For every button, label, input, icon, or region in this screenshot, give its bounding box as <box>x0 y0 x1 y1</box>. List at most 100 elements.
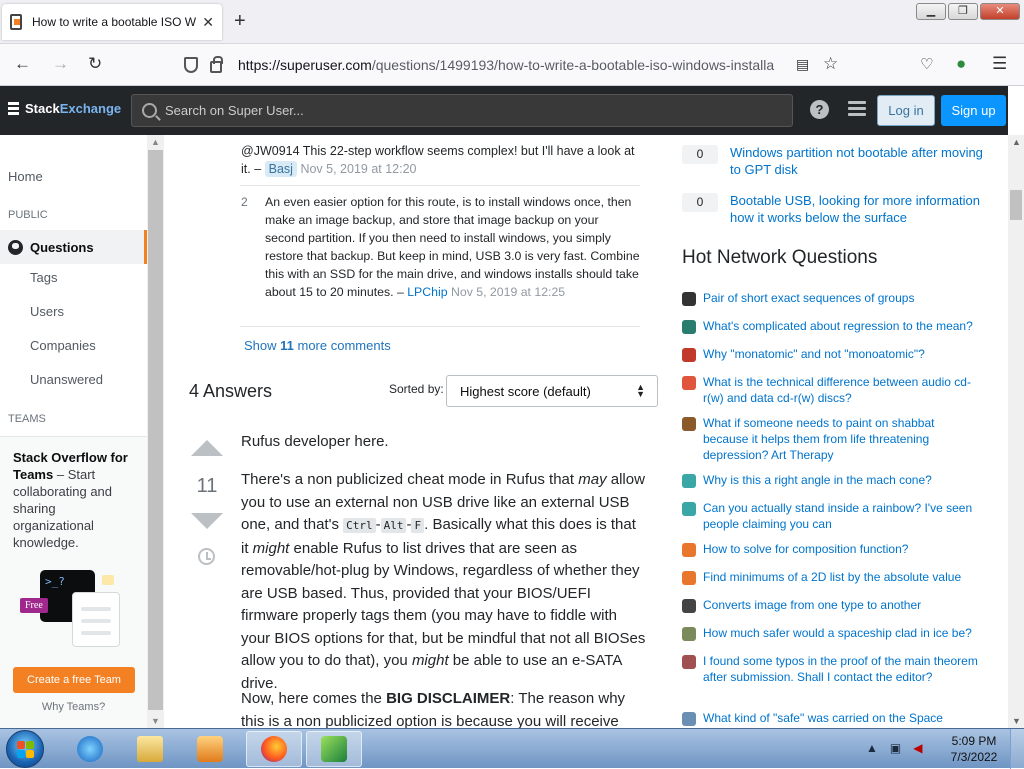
nav-users[interactable]: Users <box>30 304 64 319</box>
hot-network-question-title[interactable]: Why "monatomic" and not "monoatomic"? <box>703 346 981 362</box>
hot-network-question-title[interactable]: What if someone needs to paint on shabba… <box>703 415 981 463</box>
comment-date[interactable]: Nov 5, 2019 at 12:25 <box>451 285 565 299</box>
taskbar-clock[interactable]: 5:09 PM 7/3/2022 <box>946 733 1002 765</box>
why-teams-link[interactable]: Why Teams? <box>0 701 147 713</box>
answer-text: Now, here comes the <box>241 690 387 707</box>
answer-text: There's a non publicized cheat mode in R… <box>241 471 579 488</box>
comment-user[interactable]: Basj <box>264 161 297 177</box>
comment-user[interactable]: LPChip <box>407 285 447 299</box>
comment: @JW0914 This 22-step workflow seems comp… <box>241 142 641 178</box>
signup-button[interactable]: Sign up <box>941 95 1006 126</box>
show-more-count: 11 <box>280 338 294 353</box>
teams-promo: Stack Overflow for Teams – Start collabo… <box>0 436 147 728</box>
taskbar-network-app[interactable] <box>306 731 362 767</box>
back-arrow-icon[interactable]: ← <box>14 54 31 74</box>
stackexchange-logo[interactable]: Stack Exchange <box>8 101 121 116</box>
network-icon[interactable]: ▣ <box>890 741 901 755</box>
related-title[interactable]: Bootable USB, looking for more informati… <box>730 192 990 226</box>
key-ctrl: Ctrl <box>343 518 376 533</box>
site-search[interactable] <box>131 94 793 127</box>
help-icon[interactable]: ? <box>810 100 829 119</box>
hot-network-question-title[interactable]: How much safer would a spaceship clad in… <box>703 625 981 641</box>
left-scrollbar[interactable]: ▲ ▼ <box>147 135 164 728</box>
hot-network-question-title[interactable]: How to solve for composition function? <box>703 541 981 557</box>
minimize-button[interactable]: ▁ <box>916 3 946 20</box>
hot-network-heading: Hot Network Questions <box>682 247 878 268</box>
taskbar-internet-explorer[interactable] <box>62 731 118 767</box>
downvote-arrow-icon[interactable] <box>191 513 223 529</box>
site-switcher-icon[interactable] <box>848 101 866 117</box>
history-icon[interactable] <box>198 548 215 565</box>
key-separator: - <box>375 516 381 533</box>
extension-icon[interactable]: ● <box>956 54 966 74</box>
hot-network-question-title[interactable]: Can you actually stand inside a rainbow?… <box>703 500 981 532</box>
upvote-arrow-icon[interactable] <box>191 440 223 456</box>
hot-network-question-title[interactable]: Pair of short exact sequences of groups <box>703 290 981 306</box>
hot-network-question-title[interactable]: What's complicated about regression to t… <box>703 318 981 334</box>
answer-strong: BIG DISCLAIMER <box>386 690 511 707</box>
new-tab-icon[interactable]: + <box>234 10 246 33</box>
scrollbar-thumb[interactable] <box>1010 190 1022 220</box>
address-bar[interactable]: https://superuser.com/questions/1499193/… <box>170 49 854 81</box>
taskbar-firefox[interactable] <box>246 731 302 767</box>
related-score: 0 <box>682 193 718 212</box>
taskbar-explorer[interactable] <box>122 731 178 767</box>
login-button[interactable]: Log in <box>877 95 935 126</box>
hot-network-question-title[interactable]: Why is this a right angle in the mach co… <box>703 472 981 488</box>
url-text[interactable]: https://superuser.com/questions/1499193/… <box>238 57 854 73</box>
show-desktop-button[interactable] <box>1010 729 1024 769</box>
tray-expand-icon[interactable]: ▲ <box>866 741 878 755</box>
nav-unanswered[interactable]: Unanswered <box>30 372 103 387</box>
hot-network-question-title[interactable]: I found some typos in the proof of the m… <box>703 653 981 685</box>
scroll-up-icon[interactable]: ▲ <box>151 137 160 147</box>
comment-divider <box>240 185 640 186</box>
sort-label: Sorted by: <box>389 382 444 396</box>
taskbar-media-player[interactable] <box>182 731 238 767</box>
forward-arrow-icon[interactable]: → <box>52 54 69 74</box>
pocket-icon[interactable]: ♡ <box>920 55 933 73</box>
comment-date[interactable]: Nov 5, 2019 at 12:20 <box>300 162 416 176</box>
hot-network-question-title[interactable]: Find minimums of a 2D list by the absolu… <box>703 569 981 585</box>
scroll-down-icon[interactable]: ▼ <box>151 716 160 726</box>
comment-text: An even easier option for this route, is… <box>265 195 640 299</box>
bookmark-star-icon[interactable]: ☆ <box>823 54 838 74</box>
hot-network-question-title[interactable]: What is the technical difference between… <box>703 374 981 406</box>
scrollbar-thumb[interactable] <box>148 150 163 710</box>
answer-emphasis: might <box>252 539 290 557</box>
terminal-prompt: >_? <box>45 575 65 588</box>
browser-tab[interactable]: How to write a bootable ISO Wi ✕ <box>2 4 222 40</box>
scroll-up-icon[interactable]: ▲ <box>1012 137 1021 147</box>
clock-time: 5:09 PM <box>951 734 997 748</box>
select-caret-icon: ▲ ▼ <box>636 382 645 399</box>
menu-hamburger-icon[interactable]: ☰ <box>992 54 1007 74</box>
show-more-comments-link[interactable]: Show 11 more comments <box>244 338 391 353</box>
create-team-button[interactable]: Create a free Team <box>13 667 135 693</box>
comment-score: 2 <box>241 195 248 209</box>
reload-icon[interactable]: ↻ <box>88 54 102 74</box>
related-title[interactable]: Windows partition not bootable after mov… <box>730 144 990 178</box>
tracking-shield-icon[interactable] <box>184 57 198 73</box>
start-button[interactable] <box>6 730 44 768</box>
nav-companies[interactable]: Companies <box>30 338 96 353</box>
search-input[interactable] <box>165 103 765 118</box>
nav-questions[interactable]: Questions <box>0 230 147 264</box>
scroll-down-icon[interactable]: ▼ <box>1012 716 1021 726</box>
windows-taskbar: ▲ ▣ ◀ 5:09 PM 7/3/2022 <box>0 728 1024 769</box>
tab-title: How to write a bootable ISO Wi <box>32 15 197 29</box>
url-host: https://superuser.com <box>238 57 372 73</box>
vote-count: 11 <box>196 475 218 497</box>
lock-icon[interactable] <box>210 56 223 73</box>
volume-muted-icon[interactable]: ◀ <box>913 741 922 755</box>
nav-home[interactable]: Home <box>8 169 43 184</box>
globe-icon <box>8 239 23 255</box>
tab-close-icon[interactable]: ✕ <box>202 14 214 31</box>
maximize-button[interactable]: ❐ <box>948 3 978 20</box>
answer-paragraph: Now, here comes the BIG DISCLAIMER: The … <box>241 688 646 728</box>
page-scrollbar[interactable]: ▲ ▼ <box>1008 135 1024 728</box>
reader-view-icon[interactable]: ▤ <box>796 56 809 73</box>
sort-select[interactable]: Highest score (default) ▲ ▼ <box>446 375 658 407</box>
hot-network-question-title[interactable]: Converts image from one type to another <box>703 597 981 613</box>
hot-network-question-title[interactable]: What kind of "safe" was carried on the S… <box>703 710 981 726</box>
close-window-button[interactable]: ✕ <box>980 3 1020 20</box>
nav-tags[interactable]: Tags <box>30 270 57 285</box>
